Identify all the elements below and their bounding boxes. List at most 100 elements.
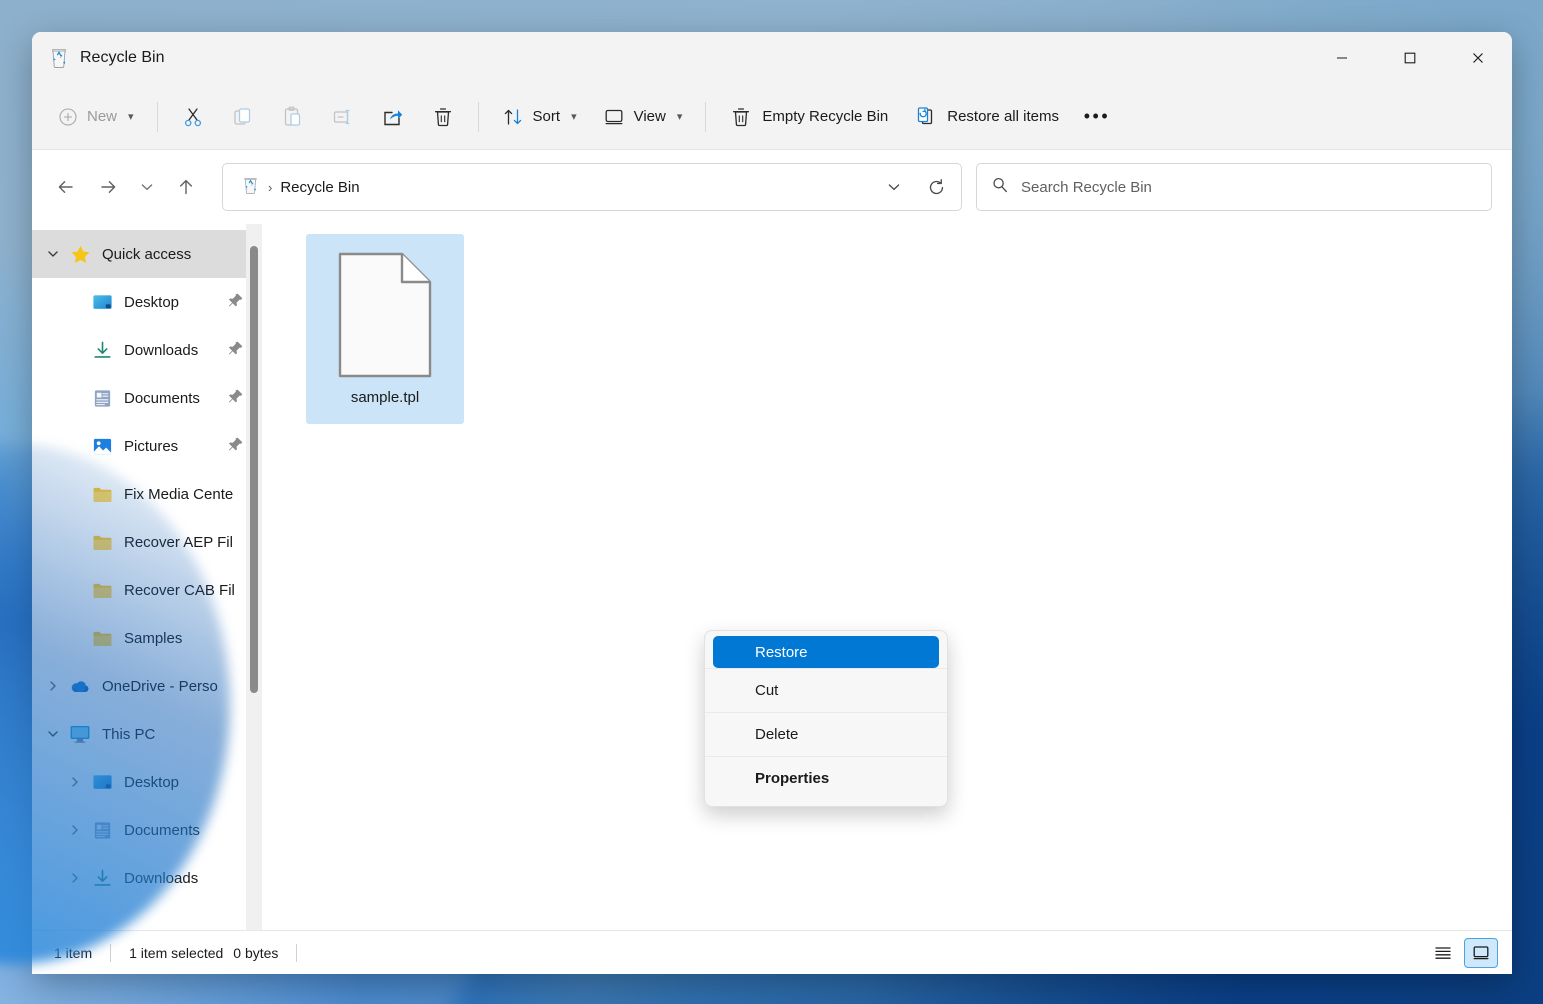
view-button[interactable]: View ▾: [591, 95, 695, 139]
chevron-right-icon-onedrive[interactable]: [38, 662, 68, 710]
sidebar-item-recover-aep-files[interactable]: Recover AEP Fil: [32, 518, 262, 566]
sidebar-scrollbar-track[interactable]: [246, 224, 262, 930]
sidebar-item-onedrive[interactable]: OneDrive - Perso: [32, 662, 262, 710]
sidebar-item-documents-pc[interactable]: Documents: [32, 806, 262, 854]
paste-icon: [281, 105, 305, 129]
forward-button[interactable]: [88, 167, 128, 207]
file-name-label: sample.tpl: [351, 389, 419, 406]
maximize-button[interactable]: [1376, 32, 1444, 84]
search-input[interactable]: [1021, 179, 1477, 196]
sidebar-item-recover-cab-files[interactable]: Recover CAB Fil: [32, 566, 262, 614]
restore-icon: [914, 105, 938, 129]
large-icons-view-button[interactable]: [1464, 938, 1498, 968]
arrow-up-icon: [175, 176, 197, 198]
empty-recycle-bin-button[interactable]: Empty Recycle Bin: [717, 95, 900, 139]
refresh-button[interactable]: [915, 165, 957, 209]
folder-icon-3: [90, 578, 114, 602]
file-list-area[interactable]: sample.tpl Restore Cut Delete Properties: [262, 224, 1512, 930]
pin-icon-desktop[interactable]: [228, 292, 244, 312]
more-options-button[interactable]: •••: [1073, 95, 1121, 139]
recent-locations-button[interactable]: [130, 167, 164, 207]
delete-button[interactable]: [419, 95, 467, 139]
copy-button[interactable]: [219, 95, 267, 139]
new-button[interactable]: New ▾: [46, 95, 146, 139]
sidebar-item-desktop-pc[interactable]: Desktop: [32, 758, 262, 806]
explorer-body: Quick access Desktop: [32, 224, 1512, 930]
chevron-down-icon-this-pc[interactable]: [38, 710, 68, 758]
toolbar-separator-3: [705, 102, 706, 132]
file-item-sample-tpl[interactable]: sample.tpl: [306, 234, 464, 424]
breadcrumb-text[interactable]: Recycle Bin: [280, 179, 359, 196]
context-menu-item-properties[interactable]: Properties: [705, 756, 947, 800]
sidebar-scrollbar-thumb[interactable]: [250, 246, 258, 693]
up-button[interactable]: [166, 167, 206, 207]
recycle-bin-icon: [48, 47, 70, 69]
pin-icon-downloads[interactable]: [228, 340, 244, 360]
sidebar-label-desktop-qa: Desktop: [124, 294, 179, 311]
copy-icon: [231, 105, 255, 129]
context-menu-label-restore: Restore: [755, 644, 808, 661]
close-button[interactable]: [1444, 32, 1512, 84]
sidebar-item-this-pc[interactable]: This PC: [32, 710, 262, 758]
breadcrumb-separator: ›: [268, 180, 272, 195]
sidebar-item-samples[interactable]: Samples: [32, 614, 262, 662]
sidebar-item-documents-qa[interactable]: Documents: [32, 374, 262, 422]
folder-icon-2: [90, 530, 114, 554]
star-icon: [68, 242, 92, 266]
pictures-icon: [90, 434, 114, 458]
context-menu-item-delete[interactable]: Delete: [705, 712, 947, 756]
sidebar-label-downloads-qa: Downloads: [124, 342, 198, 359]
trash-icon: [431, 105, 455, 129]
folder-icon-1: [90, 482, 114, 506]
restore-all-items-label: Restore all items: [947, 108, 1059, 125]
details-view-button[interactable]: [1426, 938, 1460, 968]
downloads-icon-pc: [90, 866, 114, 890]
status-item-count: 1 item: [54, 945, 92, 961]
scissors-icon: [181, 105, 205, 129]
breadcrumb-recycle-bin-icon: [241, 176, 260, 199]
pin-icon-documents[interactable]: [228, 388, 244, 408]
sidebar-item-desktop-qa[interactable]: Desktop: [32, 278, 262, 326]
search-box[interactable]: [976, 163, 1492, 211]
sidebar-item-quick-access[interactable]: Quick access: [32, 230, 262, 278]
sidebar-item-fix-media-center[interactable]: Fix Media Cente: [32, 470, 262, 518]
blank-file-icon: [338, 252, 432, 383]
sidebar-label-pictures-qa: Pictures: [124, 438, 178, 455]
sidebar-label-documents-pc: Documents: [124, 822, 200, 839]
sidebar-label-recover-cab-files: Recover CAB Fil: [124, 582, 235, 599]
sidebar-item-downloads-qa[interactable]: Downloads: [32, 326, 262, 374]
sidebar-label-fix-media-center: Fix Media Cente: [124, 486, 233, 503]
navigation-pane: Quick access Desktop: [32, 224, 262, 930]
sidebar-label-desktop-pc: Desktop: [124, 774, 179, 791]
minimize-button[interactable]: [1308, 32, 1376, 84]
status-size: 0 bytes: [233, 945, 278, 961]
paste-button[interactable]: [269, 95, 317, 139]
context-menu-item-cut[interactable]: Cut: [705, 668, 947, 712]
address-bar[interactable]: › Recycle Bin: [222, 163, 962, 211]
folder-icon-4: [90, 626, 114, 650]
search-icon: [991, 176, 1009, 199]
cut-button[interactable]: [169, 95, 217, 139]
chevron-right-icon-documents-pc[interactable]: [60, 806, 90, 854]
chevron-down-icon-quick-access[interactable]: [38, 230, 68, 278]
context-menu-label-properties: Properties: [755, 770, 829, 787]
large-icons-view-icon: [1471, 943, 1491, 963]
desktop-icon: [90, 290, 114, 314]
sidebar-item-pictures-qa[interactable]: Pictures: [32, 422, 262, 470]
address-dropdown-button[interactable]: [873, 165, 915, 209]
chevron-right-icon-desktop-pc[interactable]: [60, 758, 90, 806]
toolbar-separator: [157, 102, 158, 132]
sort-button[interactable]: Sort ▾: [490, 95, 589, 139]
back-button[interactable]: [46, 167, 86, 207]
context-menu-item-restore[interactable]: Restore: [713, 636, 939, 668]
rename-button[interactable]: [319, 95, 367, 139]
chevron-right-icon-downloads-pc[interactable]: [60, 854, 90, 902]
view-icon: [603, 106, 625, 128]
sidebar-label-this-pc: This PC: [102, 726, 155, 743]
sidebar-item-downloads-pc[interactable]: Downloads: [32, 854, 262, 902]
arrow-right-icon: [97, 176, 119, 198]
share-button[interactable]: [369, 95, 417, 139]
pin-icon-pictures[interactable]: [228, 436, 244, 456]
restore-all-items-button[interactable]: Restore all items: [902, 95, 1071, 139]
breadcrumb[interactable]: › Recycle Bin: [235, 169, 366, 205]
